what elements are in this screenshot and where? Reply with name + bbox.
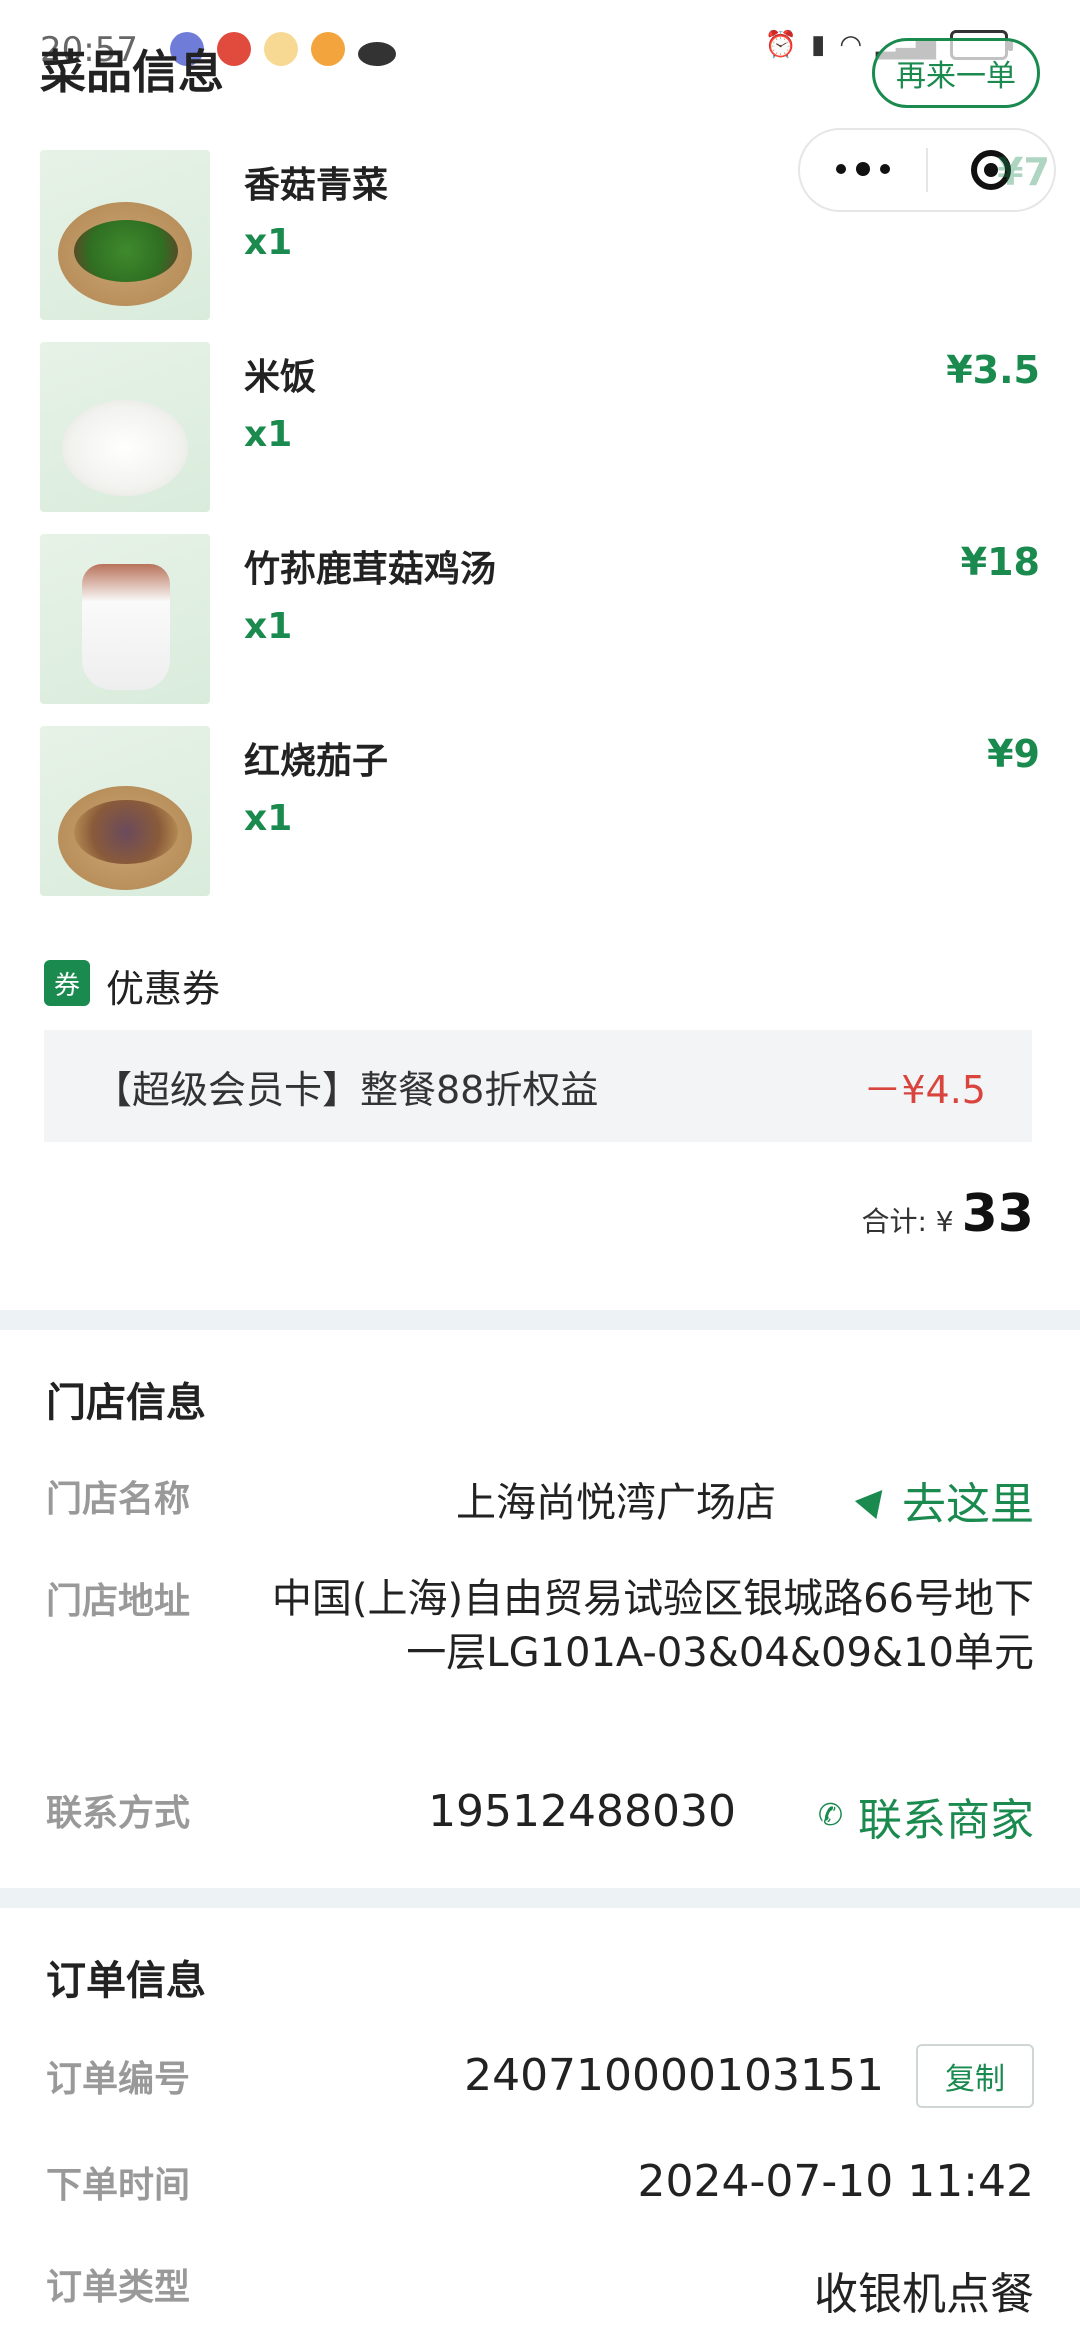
dish-name: 米饭 [244,357,317,398]
dish-item: 红烧茄子 x1 ¥9 [40,726,1040,896]
store-address: 中国(上海)自由贸易试验区银城路66号地下一层LG101A-03&04&09&1… [271,1576,1034,1676]
eye-icon [358,42,397,66]
dish-name: 竹荪鹿茸菇鸡汤 [244,549,497,590]
section-divider [0,1888,1080,1908]
total-label: 合计: ¥ [861,1205,954,1238]
navigate-button[interactable]: 去这里 [854,1468,1034,1532]
vibrate-icon: ▮ [811,30,826,60]
dish-item: 竹荪鹿茸菇鸡汤 x1 ¥18 [40,534,1040,704]
dish-quantity: x1 [244,222,293,263]
phone-icon: ✆ [818,1798,844,1833]
order-type-label: 订单类型 [46,2267,191,2308]
store-address-label: 门店地址 [46,1581,191,1622]
dish-item: 米饭 x1 ¥3.5 [40,342,1040,512]
order-time: 2024-07-10 11:42 [637,2156,1035,2207]
order-time-label: 下单时间 [46,2165,191,2206]
order-type: 收银机点餐 [814,2269,1034,2320]
coupon-title: 优惠券 [106,967,221,1011]
coupon-row: 【超级会员卡】整餐88折权益 －¥4.5 [44,1030,1032,1142]
store-name-label: 门店名称 [46,1479,191,1520]
dish-name: 香菇青菜 [244,165,389,206]
navigate-label: 去这里 [902,1479,1034,1530]
dish-image [40,342,210,512]
dish-image [40,534,210,704]
dish-section-title: 菜品信息 [40,45,224,99]
wifi-icon: ◠ [839,30,862,60]
dish-name: 红烧茄子 [244,741,389,782]
dish-price: ¥18 [960,540,1040,584]
navigation-arrow-icon [854,1481,894,1519]
coupon-name: 【超级会员卡】整餐88折权益 [94,1067,599,1112]
dish-quantity: x1 [244,798,293,839]
dish-price: ¥3.5 [946,348,1040,392]
app-notification-icon [311,32,346,66]
contact-merchant-button[interactable]: ✆ 联系商家 [818,1784,1034,1848]
dish-image [40,150,210,320]
coupon-icon: 券 [44,960,90,1006]
coupon-discount: －¥4.5 [863,1067,986,1112]
dish-price: ¥9 [987,732,1040,776]
order-number-label: 订单编号 [46,2059,191,2100]
store-phone: 19512488030 [428,1786,736,1837]
contact-merchant-label: 联系商家 [858,1795,1034,1846]
order-total: 合计: ¥ 33 [861,1184,1034,1244]
alarm-icon: ⏰ [764,30,797,60]
contact-label: 联系方式 [46,1793,191,1834]
copy-order-number-button[interactable]: 复制 [916,2044,1034,2108]
reorder-button[interactable]: 再来一单 [872,38,1040,108]
store-section-title: 门店信息 [46,1380,206,1426]
dish-quantity: x1 [244,606,293,647]
dish-image [40,726,210,896]
app-notification-icon [264,32,299,66]
dish-item: 香菇青菜 x1 [40,150,1040,320]
dish-quantity: x1 [244,414,293,455]
order-number: 240710000103151 [464,2050,884,2101]
section-divider [0,1310,1080,1330]
store-name: 上海尚悦湾广场店 [456,1480,776,1526]
order-section-title: 订单信息 [46,1958,206,2004]
total-amount: 33 [961,1184,1034,1244]
